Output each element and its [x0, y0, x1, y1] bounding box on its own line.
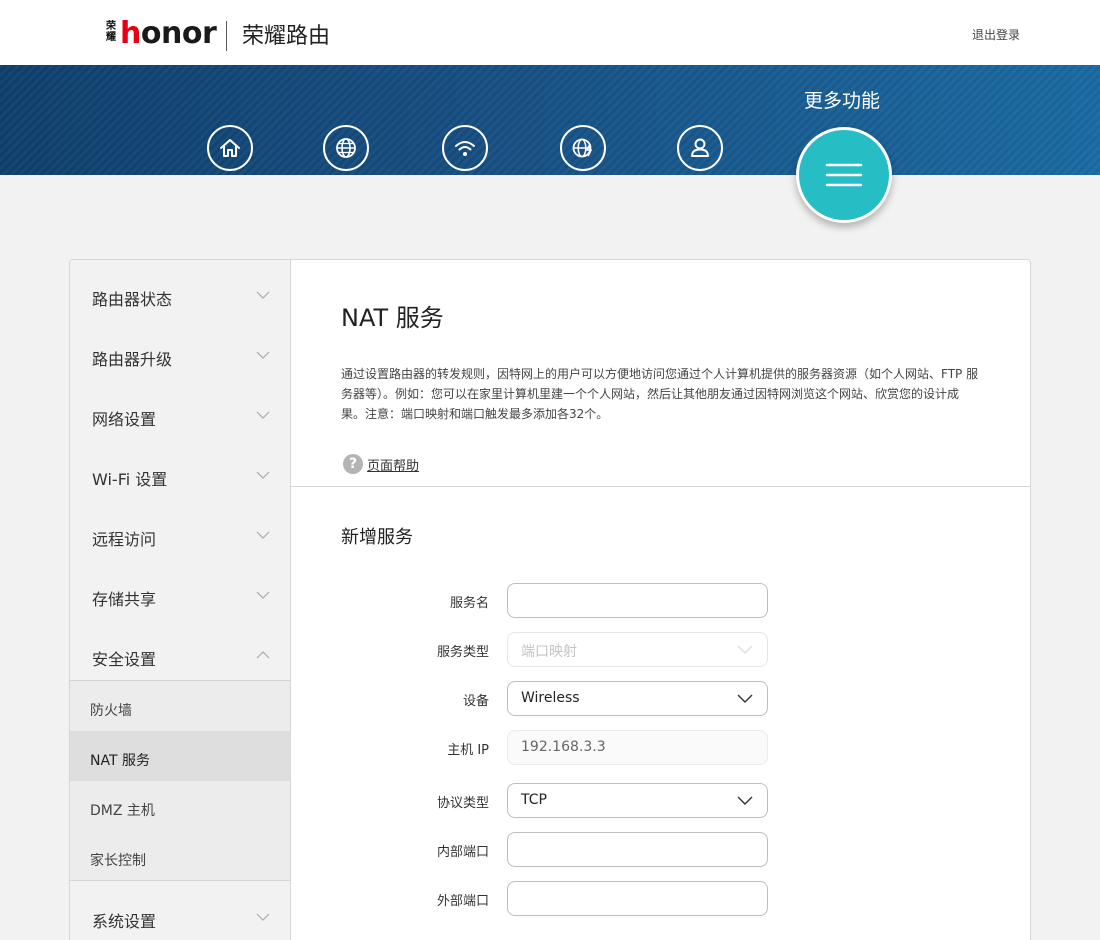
chevron-down-icon: [256, 471, 270, 479]
service-type-select: 端口映射: [507, 632, 768, 667]
sidebar-item-label: 网络设置: [92, 410, 157, 429]
sidebar-item-label: Wi-Fi 设置: [92, 470, 168, 489]
more-functions-button[interactable]: [796, 127, 892, 223]
page-title: NAT 服务: [341, 304, 444, 332]
host-ip-label: 主机 IP: [447, 743, 489, 758]
sidebar-item-label: 安全设置: [92, 650, 157, 669]
sidebar-subitem-label: 防火墙: [90, 703, 132, 719]
host-ip-value: 192.168.3.3: [521, 739, 606, 755]
form-row-service-name: 服务名: [291, 583, 1030, 619]
sidebar-item-router-upgrade[interactable]: 路由器升级: [70, 324, 290, 384]
sidebar-subitem-nat-service[interactable]: NAT 服务: [70, 731, 290, 781]
nav-account-button[interactable]: [677, 125, 723, 171]
service-name-label: 服务名: [449, 596, 489, 611]
sidebar-item-network-settings[interactable]: 网络设置: [70, 384, 290, 444]
sidebar: 路由器状态 路由器升级 网络设置 Wi-Fi 设置 远程访问 存储共享 安全设置: [70, 260, 291, 940]
settings-panel: 路由器状态 路由器升级 网络设置 Wi-Fi 设置 远程访问 存储共享 安全设置: [69, 259, 1031, 940]
external-port-input[interactable]: [507, 881, 768, 916]
internal-port-input[interactable]: [507, 832, 768, 867]
service-name-input[interactable]: [507, 583, 768, 618]
help-icon: ?: [343, 454, 363, 474]
help-link-label: 页面帮助: [367, 458, 420, 474]
sidebar-subitem-dmz-host[interactable]: DMZ 主机: [70, 781, 290, 831]
more-functions-label: 更多功能: [804, 90, 881, 112]
service-type-value: 端口映射: [521, 644, 577, 660]
form-row-internal-port: 内部端口: [291, 832, 1030, 868]
logo-divider: [226, 21, 227, 51]
nav-wifi-button[interactable]: [442, 125, 488, 171]
globe-icon: [336, 138, 356, 158]
sidebar-item-label: 存储共享: [92, 590, 157, 609]
nav-internet-status-button[interactable]: [560, 125, 606, 171]
chevron-down-icon: [256, 913, 270, 921]
host-ip-field: 192.168.3.3: [507, 730, 768, 765]
wifi-icon: [455, 141, 475, 156]
nav-internet-button[interactable]: [323, 125, 369, 171]
sidebar-item-label: 系统设置: [92, 912, 157, 931]
nav-banner: 更多功能: [0, 65, 1100, 175]
logo-chinese-mark: 荣耀: [106, 21, 116, 43]
device-label: 设备: [462, 694, 489, 709]
internet-status-icon: [572, 138, 592, 158]
chevron-down-icon: [256, 531, 270, 539]
form-row-protocol: 协议类型 TCP: [291, 783, 1030, 819]
chevron-down-icon: [737, 694, 753, 703]
sidebar-item-security-settings[interactable]: 安全设置: [70, 624, 290, 684]
sidebar-item-router-status[interactable]: 路由器状态: [70, 264, 290, 324]
security-submenu: 防火墙 NAT 服务 DMZ 主机 家长控制: [70, 680, 290, 881]
logo-rest: onor: [140, 16, 217, 51]
external-port-label: 外部端口: [436, 894, 489, 909]
chevron-down-icon: [256, 591, 270, 599]
page-help-link[interactable]: ? 页面帮助: [343, 454, 419, 474]
form-row-service-type: 服务类型 端口映射: [291, 632, 1030, 668]
section-title: 新增服务: [341, 527, 413, 548]
protocol-label: 协议类型: [436, 796, 489, 811]
hamburger-menu-icon: [825, 163, 863, 187]
chevron-down-icon: [737, 796, 753, 805]
protocol-value: TCP: [521, 792, 547, 808]
section-divider: [291, 486, 1030, 487]
form-row-host-ip: 主机 IP 192.168.3.3: [291, 730, 1030, 766]
service-type-label: 服务类型: [436, 645, 489, 660]
top-bar: 荣耀 honor 荣耀路由 退出登录: [0, 0, 1100, 65]
chevron-down-icon: [256, 411, 270, 419]
form-row-external-port: 外部端口: [291, 881, 1030, 917]
chevron-down-icon: [256, 351, 270, 359]
nav-home-button[interactable]: [207, 125, 253, 171]
sidebar-subitem-label: DMZ 主机: [90, 803, 155, 819]
main-content: NAT 服务 通过设置路由器的转发规则，因特网上的用户可以方便地访问您通过个人计…: [291, 260, 1030, 940]
device-select[interactable]: Wireless: [507, 681, 768, 716]
user-icon: [691, 138, 709, 157]
sidebar-item-system-settings[interactable]: 系统设置: [70, 886, 290, 940]
sidebar-item-remote-access[interactable]: 远程访问: [70, 504, 290, 564]
sidebar-subitem-parental-control[interactable]: 家长控制: [70, 831, 290, 881]
internal-port-label: 内部端口: [436, 845, 489, 860]
page-description: 通过设置路由器的转发规则，因特网上的用户可以方便地访问您通过个人计算机提供的服务…: [341, 367, 979, 421]
logout-link[interactable]: 退出登录: [972, 26, 1020, 43]
sidebar-item-label: 路由器升级: [92, 350, 173, 369]
home-icon: [220, 139, 240, 157]
sidebar-subitem-firewall[interactable]: 防火墙: [70, 681, 290, 731]
form-row-device: 设备 Wireless: [291, 681, 1030, 717]
logo-h: h: [120, 16, 141, 51]
sidebar-item-label: 路由器状态: [92, 290, 173, 309]
honor-logo: honor: [120, 15, 217, 53]
product-title: 荣耀路由: [242, 24, 331, 49]
chevron-up-icon: [256, 651, 270, 659]
sidebar-item-storage-sharing[interactable]: 存储共享: [70, 564, 290, 624]
chevron-down-icon: [737, 645, 753, 654]
sidebar-subitem-label: NAT 服务: [90, 753, 150, 769]
sidebar-item-wifi-settings[interactable]: Wi-Fi 设置: [70, 444, 290, 504]
sidebar-item-label: 远程访问: [92, 530, 157, 549]
protocol-select[interactable]: TCP: [507, 783, 768, 818]
device-value: Wireless: [521, 690, 580, 706]
chevron-down-icon: [256, 291, 270, 299]
sidebar-subitem-label: 家长控制: [90, 853, 146, 869]
